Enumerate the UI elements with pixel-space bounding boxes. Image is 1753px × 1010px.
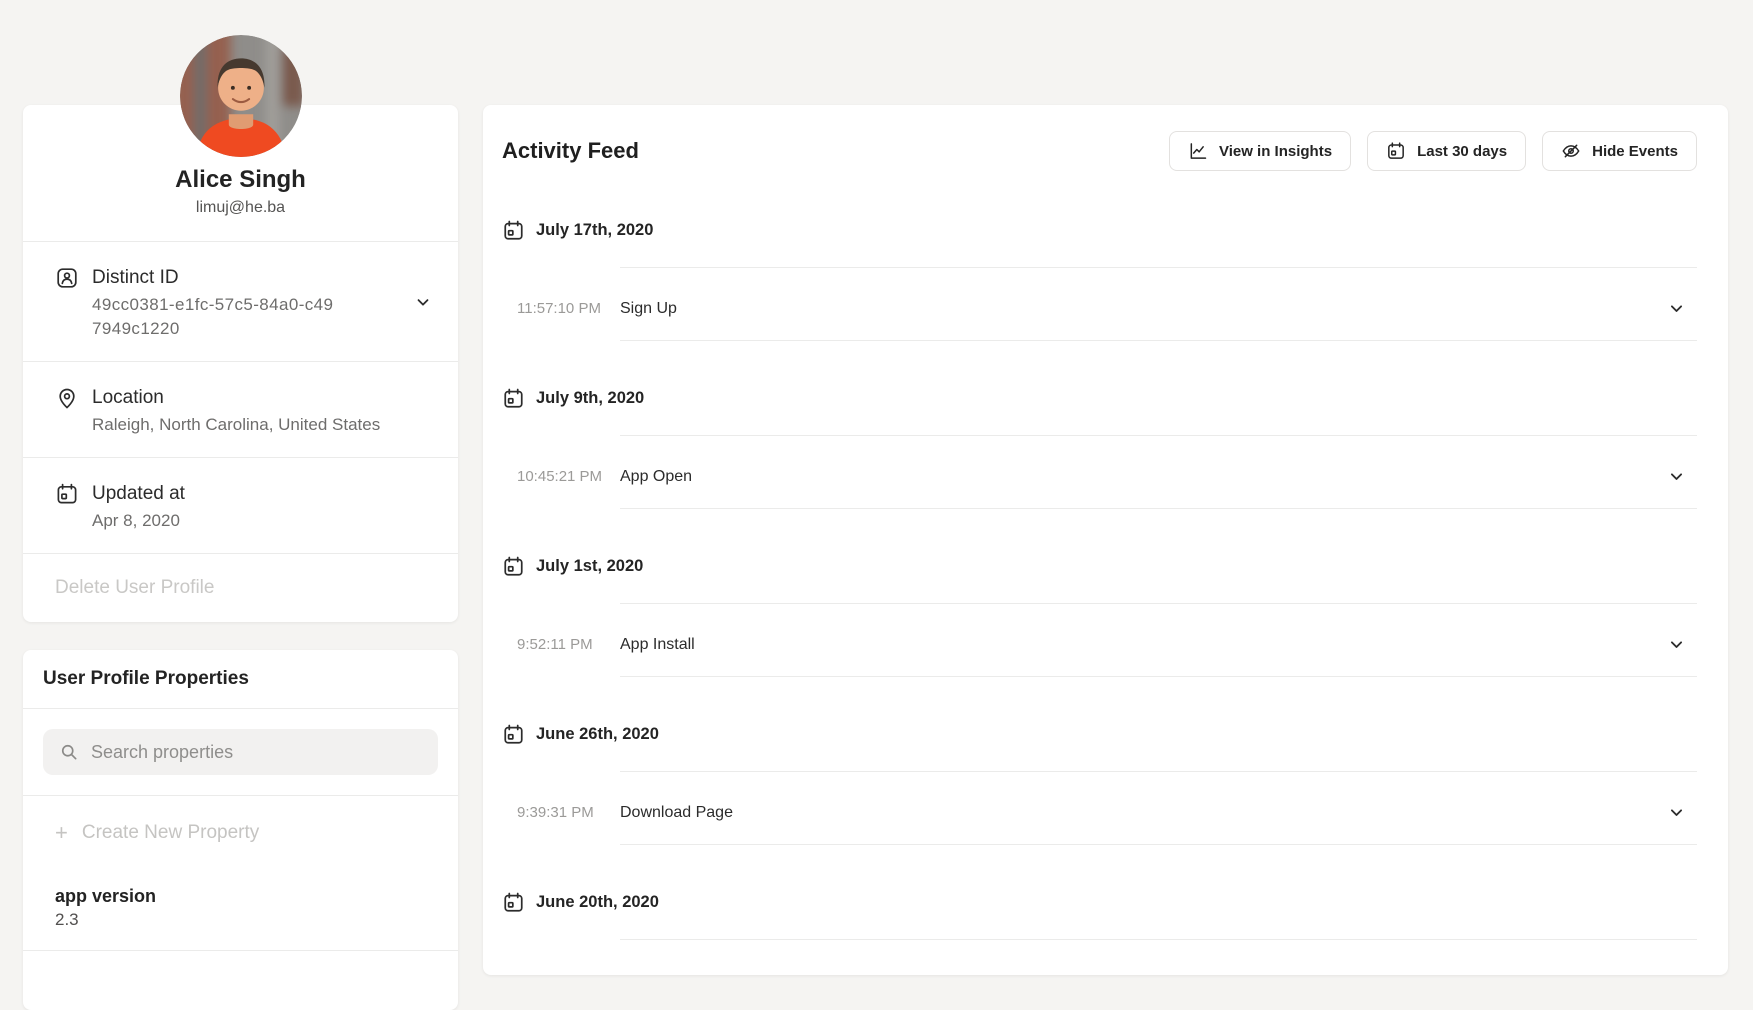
event-row[interactable]: 9:52:11 PM App Install (620, 604, 1697, 677)
location-value: Raleigh, North Carolina, United States (92, 413, 380, 437)
location-content: Location Raleigh, North Carolina, United… (92, 385, 380, 437)
feed-actions: View in Insights Last 30 days Hide Event… (1169, 131, 1697, 171)
calendar-icon (1386, 141, 1406, 161)
group-date: June 20th, 2020 (536, 893, 659, 912)
distinct-id-row: Distinct ID 49cc0381-e1fc-57c5-84a0-c497… (23, 242, 458, 362)
activity-feed-title: Activity Feed (502, 138, 639, 164)
updated-at-label: Updated at (92, 481, 185, 507)
event-name: Download Page (620, 804, 733, 822)
event-group-header: July 1st, 2020 (502, 509, 1697, 603)
profile-email: limuj@he.ba (47, 197, 434, 219)
distinct-id-value: 49cc0381-e1fc-57c5-84a0-c497949c1220 (92, 293, 337, 341)
updated-at-value: Apr 8, 2020 (92, 509, 185, 533)
calendar-icon (55, 482, 79, 506)
last-30-days-button[interactable]: Last 30 days (1367, 131, 1526, 171)
search-box[interactable] (43, 729, 438, 775)
calendar-icon (502, 723, 525, 746)
left-sidebar: Alice Singh limuj@he.ba Distinct ID 49cc… (23, 105, 458, 1010)
distinct-id-content: Distinct ID 49cc0381-e1fc-57c5-84a0-c497… (92, 265, 337, 341)
view-in-insights-button[interactable]: View in Insights (1169, 131, 1351, 171)
location-pin-icon (55, 386, 79, 410)
event-name: Sign Up (620, 300, 677, 318)
contact-card-icon (55, 266, 79, 290)
event-group-header: July 9th, 2020 (502, 341, 1697, 435)
properties-title-row: User Profile Properties (23, 650, 458, 709)
eye-off-icon (1561, 141, 1581, 161)
event-group-body: 9:39:31 PM Download Page (620, 771, 1697, 845)
event-row[interactable]: 10:45:21 PM App Open (620, 436, 1697, 509)
property-value: 2.3 (55, 908, 426, 932)
event-group-header: July 17th, 2020 (502, 173, 1697, 267)
search-icon (59, 742, 79, 762)
event-group-body: 11:57:10 PM Sign Up (620, 267, 1697, 341)
event-group-header: June 20th, 2020 (502, 845, 1697, 939)
avatar (180, 35, 302, 157)
event-group: July 17th, 2020 11:57:10 PM Sign Up (502, 173, 1697, 341)
property-name: app version (55, 884, 426, 908)
event-name: App Open (620, 468, 692, 486)
profile-name: Alice Singh (47, 165, 434, 195)
last-30-days-label: Last 30 days (1417, 143, 1507, 160)
plus-icon: + (55, 822, 68, 844)
group-date: July 17th, 2020 (536, 221, 653, 240)
chevron-down-icon[interactable] (1668, 636, 1685, 653)
updated-at-row: Updated at Apr 8, 2020 (23, 458, 458, 554)
location-row: Location Raleigh, North Carolina, United… (23, 362, 458, 458)
event-group-body: 10:45:21 PM App Open (620, 435, 1697, 509)
location-label: Location (92, 385, 380, 411)
event-row[interactable]: 9:39:31 PM Download Page (620, 772, 1697, 845)
activity-feed-card: Activity Feed View in Insights Last 30 d… (483, 105, 1728, 975)
event-row[interactable]: 11:57:10 PM Sign Up (620, 268, 1697, 341)
chevron-down-icon[interactable] (414, 293, 432, 311)
avatar-image (180, 35, 302, 157)
event-group-header: June 26th, 2020 (502, 677, 1697, 771)
calendar-icon (502, 219, 525, 242)
user-profile-card: Alice Singh limuj@he.ba Distinct ID 49cc… (23, 105, 458, 622)
calendar-icon (502, 555, 525, 578)
event-group: June 20th, 2020 (502, 845, 1697, 940)
properties-search-row (23, 709, 458, 796)
create-new-property-label: Create New Property (82, 820, 259, 846)
calendar-icon (502, 891, 525, 914)
line-chart-icon (1188, 141, 1208, 161)
user-profile-properties-card: User Profile Properties + Create New Pro… (23, 650, 458, 1010)
calendar-icon (502, 387, 525, 410)
event-time: 10:45:21 PM (517, 468, 612, 485)
chevron-down-icon[interactable] (1668, 468, 1685, 485)
hide-events-label: Hide Events (1592, 143, 1678, 160)
updated-at-content: Updated at Apr 8, 2020 (92, 481, 185, 533)
view-in-insights-label: View in Insights (1219, 143, 1332, 160)
hide-events-button[interactable]: Hide Events (1542, 131, 1697, 171)
group-date: June 26th, 2020 (536, 725, 659, 744)
event-group-body: 9:52:11 PM App Install (620, 603, 1697, 677)
group-date: July 1st, 2020 (536, 557, 643, 576)
event-group: June 26th, 2020 9:39:31 PM Download Page (502, 677, 1697, 845)
event-group: July 1st, 2020 9:52:11 PM App Install (502, 509, 1697, 677)
delete-user-profile-button[interactable]: Delete User Profile (23, 554, 458, 622)
distinct-id-label: Distinct ID (92, 265, 337, 291)
event-group-body (620, 939, 1697, 940)
create-new-property-button[interactable]: + Create New Property (23, 796, 458, 864)
property-item: app version 2.3 (23, 864, 458, 951)
chevron-down-icon[interactable] (1668, 804, 1685, 821)
event-group: July 9th, 2020 10:45:21 PM App Open (502, 341, 1697, 509)
search-properties-input[interactable] (91, 742, 422, 763)
event-time: 9:39:31 PM (517, 804, 612, 821)
event-time: 9:52:11 PM (517, 636, 612, 653)
event-name: App Install (620, 636, 695, 654)
properties-title: User Profile Properties (43, 666, 438, 692)
chevron-down-icon[interactable] (1668, 300, 1685, 317)
event-time: 11:57:10 PM (517, 300, 612, 317)
group-date: July 9th, 2020 (536, 389, 644, 408)
activity-feed-header: Activity Feed View in Insights Last 30 d… (502, 129, 1697, 173)
